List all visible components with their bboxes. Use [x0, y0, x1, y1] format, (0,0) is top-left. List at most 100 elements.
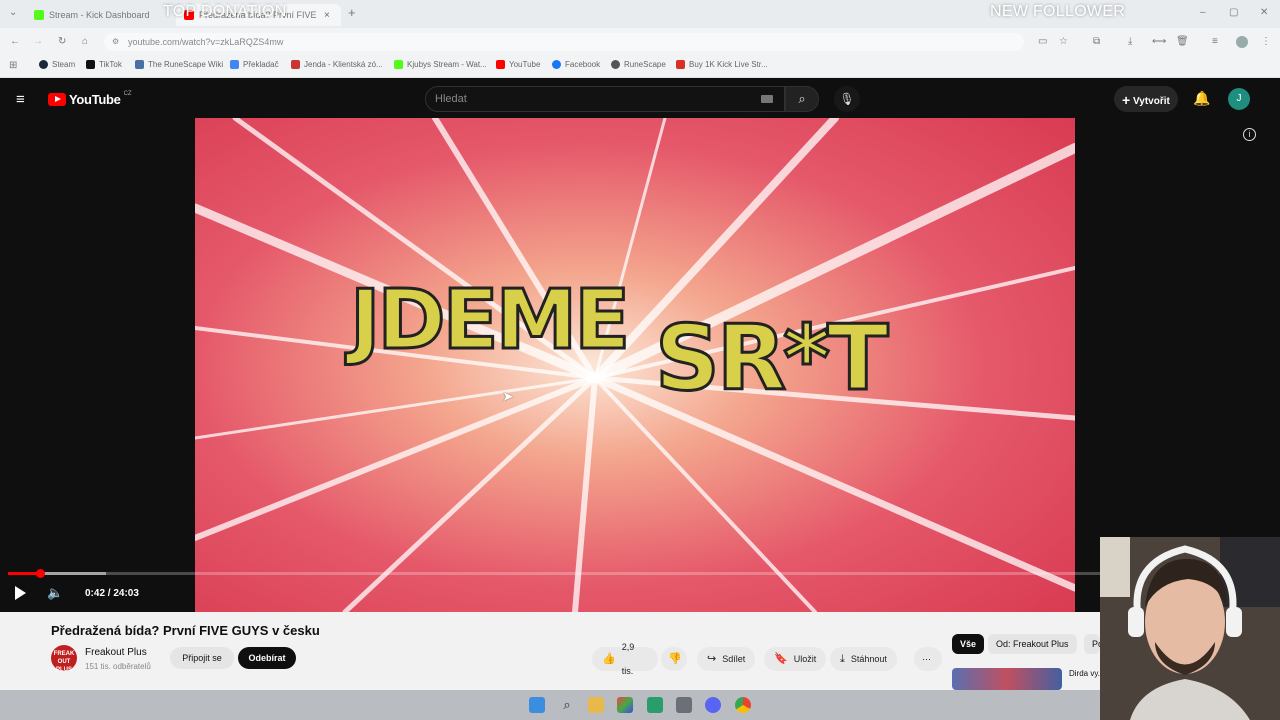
- apps-grid-icon[interactable]: ⊞: [9, 61, 17, 71]
- file-explorer-icon[interactable]: [588, 697, 604, 713]
- taskbar-search-icon[interactable]: ⌕: [559, 697, 575, 713]
- region-code: CZ: [123, 90, 132, 97]
- close-icon[interactable]: ×: [324, 10, 330, 21]
- bookmark-label: Překladač: [243, 60, 279, 69]
- bookmark-kjubys-stream[interactable]: Kjubys Stream - Wat...: [394, 60, 487, 69]
- like-count: 2,9 tis.: [621, 642, 635, 676]
- share-button[interactable]: ↪ Sdílet: [697, 647, 756, 671]
- share-icon: ↪: [707, 653, 717, 665]
- bookmark-label: Facebook: [565, 60, 601, 69]
- youtube-logo[interactable]: YouTube CZ: [48, 90, 132, 107]
- like-button[interactable]: 👍 2,9 tis.: [592, 642, 658, 676]
- video-frame-burst: [195, 118, 1075, 612]
- windows-start-icon[interactable]: [529, 697, 545, 713]
- menu-lines-icon[interactable]: ≡: [1212, 37, 1218, 47]
- info-icon[interactable]: i: [1243, 128, 1256, 141]
- facebook-icon: [552, 60, 561, 69]
- dislike-button[interactable]: 👎: [661, 647, 687, 671]
- tab-label: Stream - Kick Dashboard: [49, 10, 150, 20]
- address-bar[interactable]: ⚙ youtube.com/watch?v=zkLaRQZS4mw: [104, 33, 1024, 51]
- minimize-icon[interactable]: –: [1200, 8, 1206, 18]
- download-label: Stáhnout: [850, 654, 887, 664]
- bookmark-steam[interactable]: Steam: [39, 60, 75, 69]
- site-info-icon[interactable]: ⚙: [112, 33, 119, 51]
- bookmark-buy-kick[interactable]: Buy 1K Kick Live Str...: [676, 60, 768, 69]
- volume-icon[interactable]: 🔈: [47, 585, 63, 601]
- search-button[interactable]: ⌕: [785, 86, 819, 112]
- thumbnail-text-srt: SR*T: [654, 305, 891, 413]
- video-player[interactable]: JDEME SR*T ➤: [195, 118, 1075, 612]
- bookmark-runescape-wiki[interactable]: The RuneScape Wiki: [135, 60, 223, 69]
- app-green-icon[interactable]: [647, 697, 663, 713]
- related-video-thumbnail[interactable]: [952, 668, 1062, 690]
- microphone-icon: 🎙: [839, 92, 855, 106]
- steam-icon: [39, 60, 48, 69]
- hamburger-menu-icon[interactable]: ≡: [16, 91, 25, 108]
- plus-icon[interactable]: +: [348, 6, 356, 19]
- home-icon[interactable]: ⌂: [82, 37, 88, 47]
- search-input[interactable]: Hledat: [425, 86, 785, 112]
- plus-icon: +: [1122, 92, 1131, 108]
- create-button[interactable]: + Vytvořit: [1114, 86, 1178, 112]
- play-icon[interactable]: [15, 586, 26, 600]
- related-video-title[interactable]: Dirda vy... Proč Pr...: [1069, 669, 1100, 678]
- window-close-icon[interactable]: ✕: [1260, 8, 1268, 18]
- more-actions-button[interactable]: ⋯: [914, 647, 942, 671]
- tab-kick-dashboard[interactable]: Stream - Kick Dashboard: [26, 4, 174, 26]
- star-icon[interactable]: ☆: [1059, 37, 1068, 47]
- maximize-icon[interactable]: ▢: [1229, 8, 1238, 18]
- translate-site-icon: [230, 60, 239, 69]
- account-avatar[interactable]: J: [1228, 88, 1250, 110]
- chip-all[interactable]: Vše: [952, 634, 985, 654]
- subscriber-count: 151 tis. odběratelů: [85, 662, 151, 671]
- app-gear-icon[interactable]: [676, 697, 692, 713]
- thumbs-down-icon: 👎: [668, 653, 682, 665]
- progress-track[interactable]: [8, 572, 1100, 575]
- tab-search-icon[interactable]: ⌄: [9, 8, 17, 18]
- tiktok-icon: [86, 60, 95, 69]
- bookmark-runescape[interactable]: RuneScape: [611, 60, 666, 69]
- chip-from-channel[interactable]: Od: Freakout Plus: [988, 634, 1077, 654]
- download-icon[interactable]: ⤓: [1128, 37, 1132, 47]
- bookmark-translator[interactable]: Překladač: [230, 60, 279, 69]
- profile-icon[interactable]: [1236, 36, 1248, 48]
- download-button[interactable]: ⤓ Stáhnout: [830, 647, 897, 671]
- bookmark-youtube[interactable]: YouTube: [496, 60, 540, 69]
- discord-icon[interactable]: [705, 697, 721, 713]
- save-button[interactable]: 🔖 Uložit: [764, 647, 827, 671]
- chip-next[interactable]: Po: [1084, 634, 1100, 654]
- forward-icon[interactable]: →: [33, 37, 43, 47]
- voice-search-button[interactable]: 🎙: [834, 86, 860, 112]
- channel-avatar[interactable]: FREAK OUT PLUS: [51, 645, 77, 673]
- top-donation-label: TOP DONATION: [163, 3, 287, 20]
- back-icon[interactable]: ←: [10, 37, 20, 47]
- translate-icon[interactable]: ⟷: [1152, 37, 1166, 47]
- notifications-bell-icon[interactable]: 🔔: [1193, 90, 1210, 107]
- progress-scrubber[interactable]: [35, 569, 45, 578]
- bookmark-label: Buy 1K Kick Live Str...: [689, 60, 768, 69]
- jenda-icon: [291, 60, 300, 69]
- bookmark-label: TikTok: [99, 60, 122, 69]
- bookmarks-bar: ⊞ Steam TikTok The RuneScape Wiki Překla…: [0, 56, 1280, 78]
- join-button[interactable]: Připojit se: [170, 647, 234, 669]
- search-icon: ⌕: [798, 91, 806, 106]
- trash-icon[interactable]: 🗑: [1176, 37, 1189, 47]
- app-triangle-icon[interactable]: [617, 697, 633, 713]
- extensions-icon[interactable]: ⧉: [1093, 37, 1100, 47]
- bookmark-jenda[interactable]: Jenda - Klientská zó...: [291, 60, 383, 69]
- bookmark-tiktok[interactable]: TikTok: [86, 60, 122, 69]
- download-icon: ⤓: [840, 653, 845, 665]
- reload-icon[interactable]: ↻: [58, 37, 66, 47]
- kebab-menu-icon[interactable]: ⋮: [1261, 37, 1271, 47]
- webcam-person: [1100, 537, 1280, 720]
- new-follower-label: NEW FOLLOWER: [990, 3, 1126, 20]
- bookmark-label: Steam: [52, 60, 76, 69]
- keyboard-icon[interactable]: [761, 95, 773, 103]
- subscribe-button[interactable]: Odebírat: [238, 647, 296, 669]
- bookmark-label: Kjubys Stream - Wat...: [407, 60, 487, 69]
- save-label: Uložit: [793, 654, 817, 664]
- channel-name[interactable]: Freakout Plus: [85, 647, 147, 658]
- cast-icon[interactable]: ▭: [1038, 37, 1047, 47]
- bookmark-facebook[interactable]: Facebook: [552, 60, 600, 69]
- chrome-icon[interactable]: [735, 697, 751, 713]
